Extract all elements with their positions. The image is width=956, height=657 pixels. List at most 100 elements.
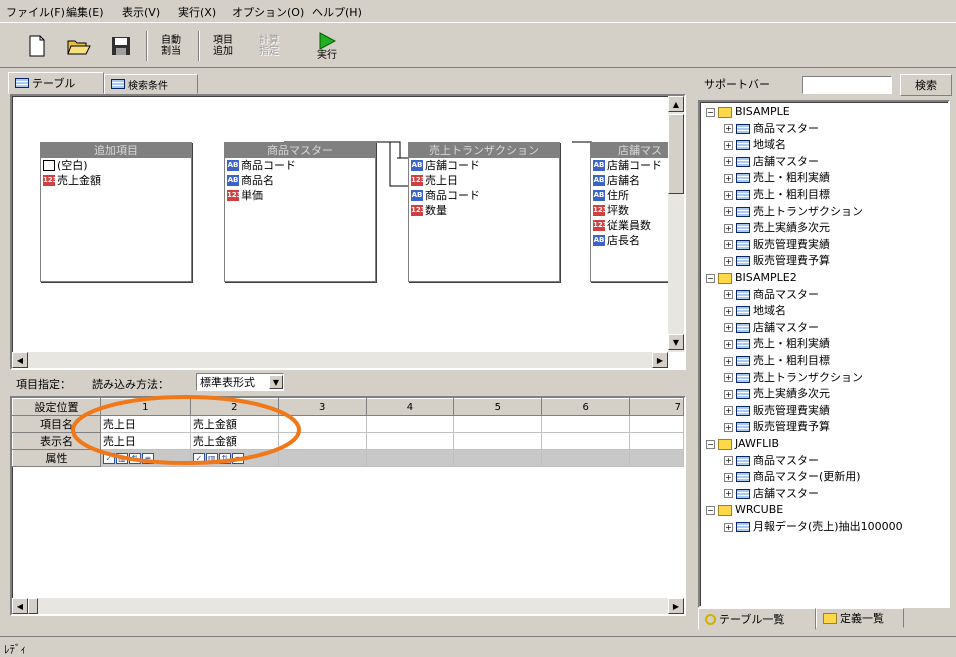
tree-table-node[interactable]: + 店舗マスター bbox=[724, 154, 819, 170]
field-row[interactable]: AB 商品名 bbox=[225, 173, 375, 188]
field-row[interactable]: (空白) bbox=[41, 158, 191, 173]
scroll-left-icon[interactable]: ◀ bbox=[12, 352, 28, 368]
scroll-down-icon[interactable]: ▼ bbox=[668, 334, 684, 350]
attribute-cell[interactable] bbox=[629, 449, 684, 467]
expand-icon[interactable]: + bbox=[724, 522, 733, 532]
expand-icon[interactable]: + bbox=[724, 256, 733, 266]
collapse-icon[interactable]: − bbox=[706, 439, 715, 449]
new-button[interactable] bbox=[22, 29, 52, 63]
scroll-thumb[interactable] bbox=[668, 114, 684, 194]
tree-table-node[interactable]: + 商品マスター bbox=[724, 287, 819, 303]
scroll-left-icon[interactable]: ◀ bbox=[12, 598, 28, 614]
attribute-cell[interactable] bbox=[541, 449, 631, 467]
expand-icon[interactable]: + bbox=[724, 140, 733, 150]
expand-icon[interactable]: + bbox=[724, 489, 733, 499]
expand-icon[interactable]: + bbox=[724, 306, 733, 316]
collapse-icon[interactable]: − bbox=[706, 505, 715, 515]
field-row[interactable]: 123 売上日 bbox=[409, 173, 559, 188]
expand-icon[interactable]: + bbox=[724, 373, 733, 383]
table-box-added-items[interactable]: 追加項目 (空白) 123 売上金額 bbox=[40, 142, 192, 282]
expand-icon[interactable]: + bbox=[724, 406, 733, 416]
tab-table[interactable]: テーブル bbox=[8, 72, 104, 94]
field-row[interactable]: 123 数量 bbox=[409, 203, 559, 218]
column-header[interactable]: 7 bbox=[629, 398, 684, 416]
tree-folder-node[interactable]: − JAWFLIB bbox=[706, 436, 779, 452]
menu-run[interactable]: 実行(X) bbox=[178, 4, 216, 20]
attribute-cell[interactable] bbox=[453, 449, 543, 467]
tree-table-node[interactable]: + 売上トランザクション bbox=[724, 204, 863, 220]
expand-icon[interactable]: + bbox=[724, 339, 733, 349]
grid-cell[interactable] bbox=[365, 432, 455, 450]
column-header[interactable]: 4 bbox=[365, 398, 455, 416]
tree-table-node[interactable]: + 販売管理費予算 bbox=[724, 253, 830, 269]
tab-definition-list[interactable]: 定義一覧 bbox=[816, 608, 904, 628]
collapse-icon[interactable]: − bbox=[706, 107, 715, 117]
table-box-sales-transaction[interactable]: 売上トランザクション AB 店舗コード 123 売上日 AB 商品コード 123 数量 bbox=[408, 142, 560, 282]
menu-options[interactable]: オプション(O) bbox=[232, 4, 304, 20]
open-button[interactable] bbox=[62, 29, 96, 63]
grid-cell[interactable] bbox=[541, 415, 631, 433]
scroll-right-icon[interactable]: ▶ bbox=[668, 598, 684, 614]
menu-edit[interactable]: 編集(E) bbox=[66, 4, 104, 20]
menu-view[interactable]: 表示(V) bbox=[122, 4, 160, 20]
tree-table-node[interactable]: + 商品マスター bbox=[724, 121, 819, 137]
support-search-input[interactable] bbox=[802, 76, 892, 94]
tree-table-node[interactable]: + 売上・粗利目標 bbox=[724, 187, 830, 203]
tree-table-node[interactable]: + 月報データ(売上)抽出100000 bbox=[724, 519, 903, 535]
tree-table-node[interactable]: + 売上実績多次元 bbox=[724, 220, 830, 236]
grid-cell[interactable] bbox=[453, 432, 543, 450]
expand-icon[interactable]: + bbox=[724, 190, 733, 200]
tree-table-node[interactable]: + 販売管理費予算 bbox=[724, 419, 830, 435]
field-row[interactable]: AB 店舗コード bbox=[409, 158, 559, 173]
tree-folder-node[interactable]: − WRCUBE bbox=[706, 502, 783, 518]
menu-help[interactable]: ヘルプ(H) bbox=[312, 4, 362, 20]
tree-table-node[interactable]: + 販売管理費実績 bbox=[724, 237, 830, 253]
dropdown-arrow-icon[interactable]: ▼ bbox=[269, 375, 283, 389]
expand-icon[interactable]: + bbox=[724, 157, 733, 167]
add-item-button[interactable]: 項目 追加 bbox=[206, 29, 240, 63]
tree-table-node[interactable]: + 地域名 bbox=[724, 137, 786, 153]
save-button[interactable] bbox=[106, 29, 136, 63]
tab-table-list[interactable]: テーブル一覧 bbox=[698, 608, 816, 630]
run-button[interactable]: 実行 bbox=[312, 29, 342, 63]
expand-icon[interactable]: + bbox=[724, 173, 733, 183]
tree-table-node[interactable]: + 売上実績多次元 bbox=[724, 386, 830, 402]
field-row[interactable]: 123 売上金額 bbox=[41, 173, 191, 188]
tree-table-node[interactable]: + 店舗マスター bbox=[724, 486, 819, 502]
table-box-product-master[interactable]: 商品マスター AB 商品コード AB 商品名 123 単価 bbox=[224, 142, 376, 282]
tree-table-node[interactable]: + 売上・粗利目標 bbox=[724, 353, 830, 369]
expand-icon[interactable]: + bbox=[724, 223, 733, 233]
search-button[interactable]: 検索 bbox=[900, 74, 952, 96]
expand-icon[interactable]: + bbox=[724, 389, 733, 399]
expand-icon[interactable]: + bbox=[724, 323, 733, 333]
tree-table-node[interactable]: + 売上・粗利実績 bbox=[724, 336, 830, 352]
column-header[interactable]: 6 bbox=[541, 398, 631, 416]
menu-file[interactable]: ファイル(F) bbox=[6, 4, 65, 20]
collapse-icon[interactable]: − bbox=[706, 273, 715, 283]
calc-spec-button[interactable]: 計算 指定 bbox=[252, 29, 286, 63]
canvas-horizontal-scrollbar[interactable]: ◀ ▶ bbox=[12, 352, 668, 368]
field-row[interactable]: AB 商品コード bbox=[225, 158, 375, 173]
tree-table-node[interactable]: + 地域名 bbox=[724, 303, 786, 319]
expand-icon[interactable]: + bbox=[724, 456, 733, 466]
tree-table-node[interactable]: + 商品マスター bbox=[724, 453, 819, 469]
tree-folder-node[interactable]: − BISAMPLE bbox=[706, 104, 790, 120]
auto-assign-button[interactable]: 自動 割当 bbox=[154, 29, 188, 63]
scroll-right-icon[interactable]: ▶ bbox=[652, 352, 668, 368]
tab-search-condition[interactable]: 検索条件 bbox=[104, 74, 198, 94]
expand-icon[interactable]: + bbox=[724, 472, 733, 482]
tree-folder-node[interactable]: − BISAMPLE2 bbox=[706, 270, 797, 286]
expand-icon[interactable]: + bbox=[724, 240, 733, 250]
grid-cell[interactable] bbox=[453, 415, 543, 433]
field-row[interactable]: 123 単価 bbox=[225, 188, 375, 203]
tree-table-node[interactable]: + 販売管理費実績 bbox=[724, 403, 830, 419]
field-row[interactable]: AB 商品コード bbox=[409, 188, 559, 203]
canvas-vertical-scrollbar[interactable]: ▲ ▼ bbox=[668, 96, 684, 352]
grid-cell[interactable] bbox=[365, 415, 455, 433]
column-header[interactable]: 5 bbox=[453, 398, 543, 416]
tree-table-node[interactable]: + 店舗マスター bbox=[724, 320, 819, 336]
tree-table-node[interactable]: + 売上トランザクション bbox=[724, 370, 863, 386]
tree-table-node[interactable]: + 商品マスター(更新用) bbox=[724, 469, 861, 485]
grid-cell[interactable] bbox=[629, 415, 684, 433]
scroll-up-icon[interactable]: ▲ bbox=[668, 96, 684, 112]
